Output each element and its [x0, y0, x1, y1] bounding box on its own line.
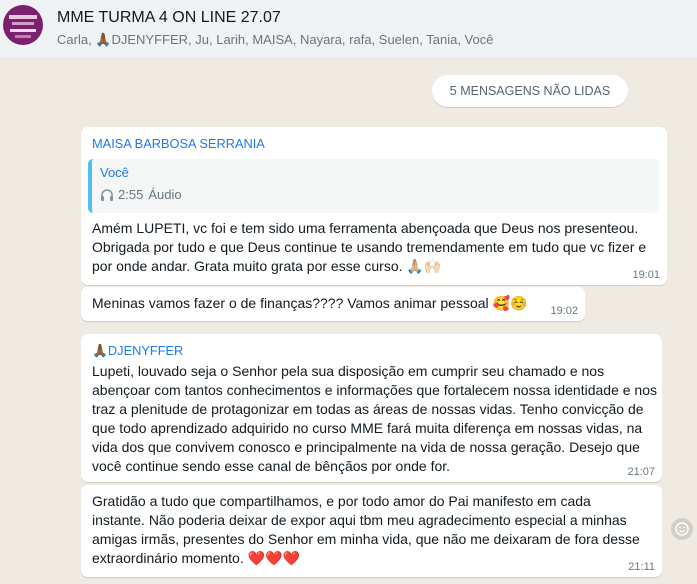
- participants-list: Carla, 🙏🏾DJENYFFER, Ju, Larih, MAISA, Na…: [57, 32, 494, 47]
- message-time: 21:07: [627, 466, 655, 478]
- message-text: Lupeti, louvado seja o Senhor pela sua d…: [92, 363, 658, 474]
- avatar-graphic: [15, 35, 31, 38]
- chat-header[interactable]: MME TURMA 4 ON LINE 27.07 Carla, 🙏🏾DJENY…: [0, 0, 697, 59]
- message-text: Amém LUPETI, vc foi e tem sido uma ferra…: [92, 220, 647, 274]
- quote-author: Você: [100, 165, 129, 180]
- quote-audio-info: 2:55 Áudio: [100, 187, 182, 202]
- quoted-message[interactable]: Você 2:55 Áudio: [88, 159, 659, 213]
- message-bubble[interactable]: Meninas vamos fazer o de finanças???? Va…: [81, 287, 585, 321]
- avatar-graphic: [12, 22, 34, 25]
- avatar-graphic: [10, 29, 36, 32]
- quote-type: Áudio: [148, 187, 182, 202]
- avatar-graphic: [9, 15, 37, 19]
- message-sender[interactable]: 🙏🏾DJENYFFER: [92, 343, 183, 359]
- message-bubble[interactable]: Gratidão a tudo que compartilhamos, e po…: [81, 485, 662, 577]
- quote-duration: 2:55: [118, 187, 144, 202]
- message-sender[interactable]: MAISA BARBOSA SERRANIA: [92, 136, 265, 151]
- message-time: 19:02: [550, 305, 578, 317]
- unread-messages-badge: 5 MENSAGENS NÃO LIDAS: [432, 75, 628, 107]
- message-text: Meninas vamos fazer o de finanças???? Va…: [92, 295, 528, 311]
- message-bubble[interactable]: 🙏🏾DJENYFFER Lupeti, louvado seja o Senho…: [81, 334, 662, 482]
- message-time: 21:11: [628, 561, 655, 573]
- emoji-reaction-icon[interactable]: [671, 518, 693, 540]
- group-avatar[interactable]: [3, 5, 43, 45]
- message-time: 19:01: [632, 269, 660, 281]
- chat-title[interactable]: MME TURMA 4 ON LINE 27.07: [57, 9, 281, 27]
- message-text: Gratidão a tudo que compartilhamos, e po…: [92, 493, 640, 566]
- headphones-icon: [100, 188, 114, 202]
